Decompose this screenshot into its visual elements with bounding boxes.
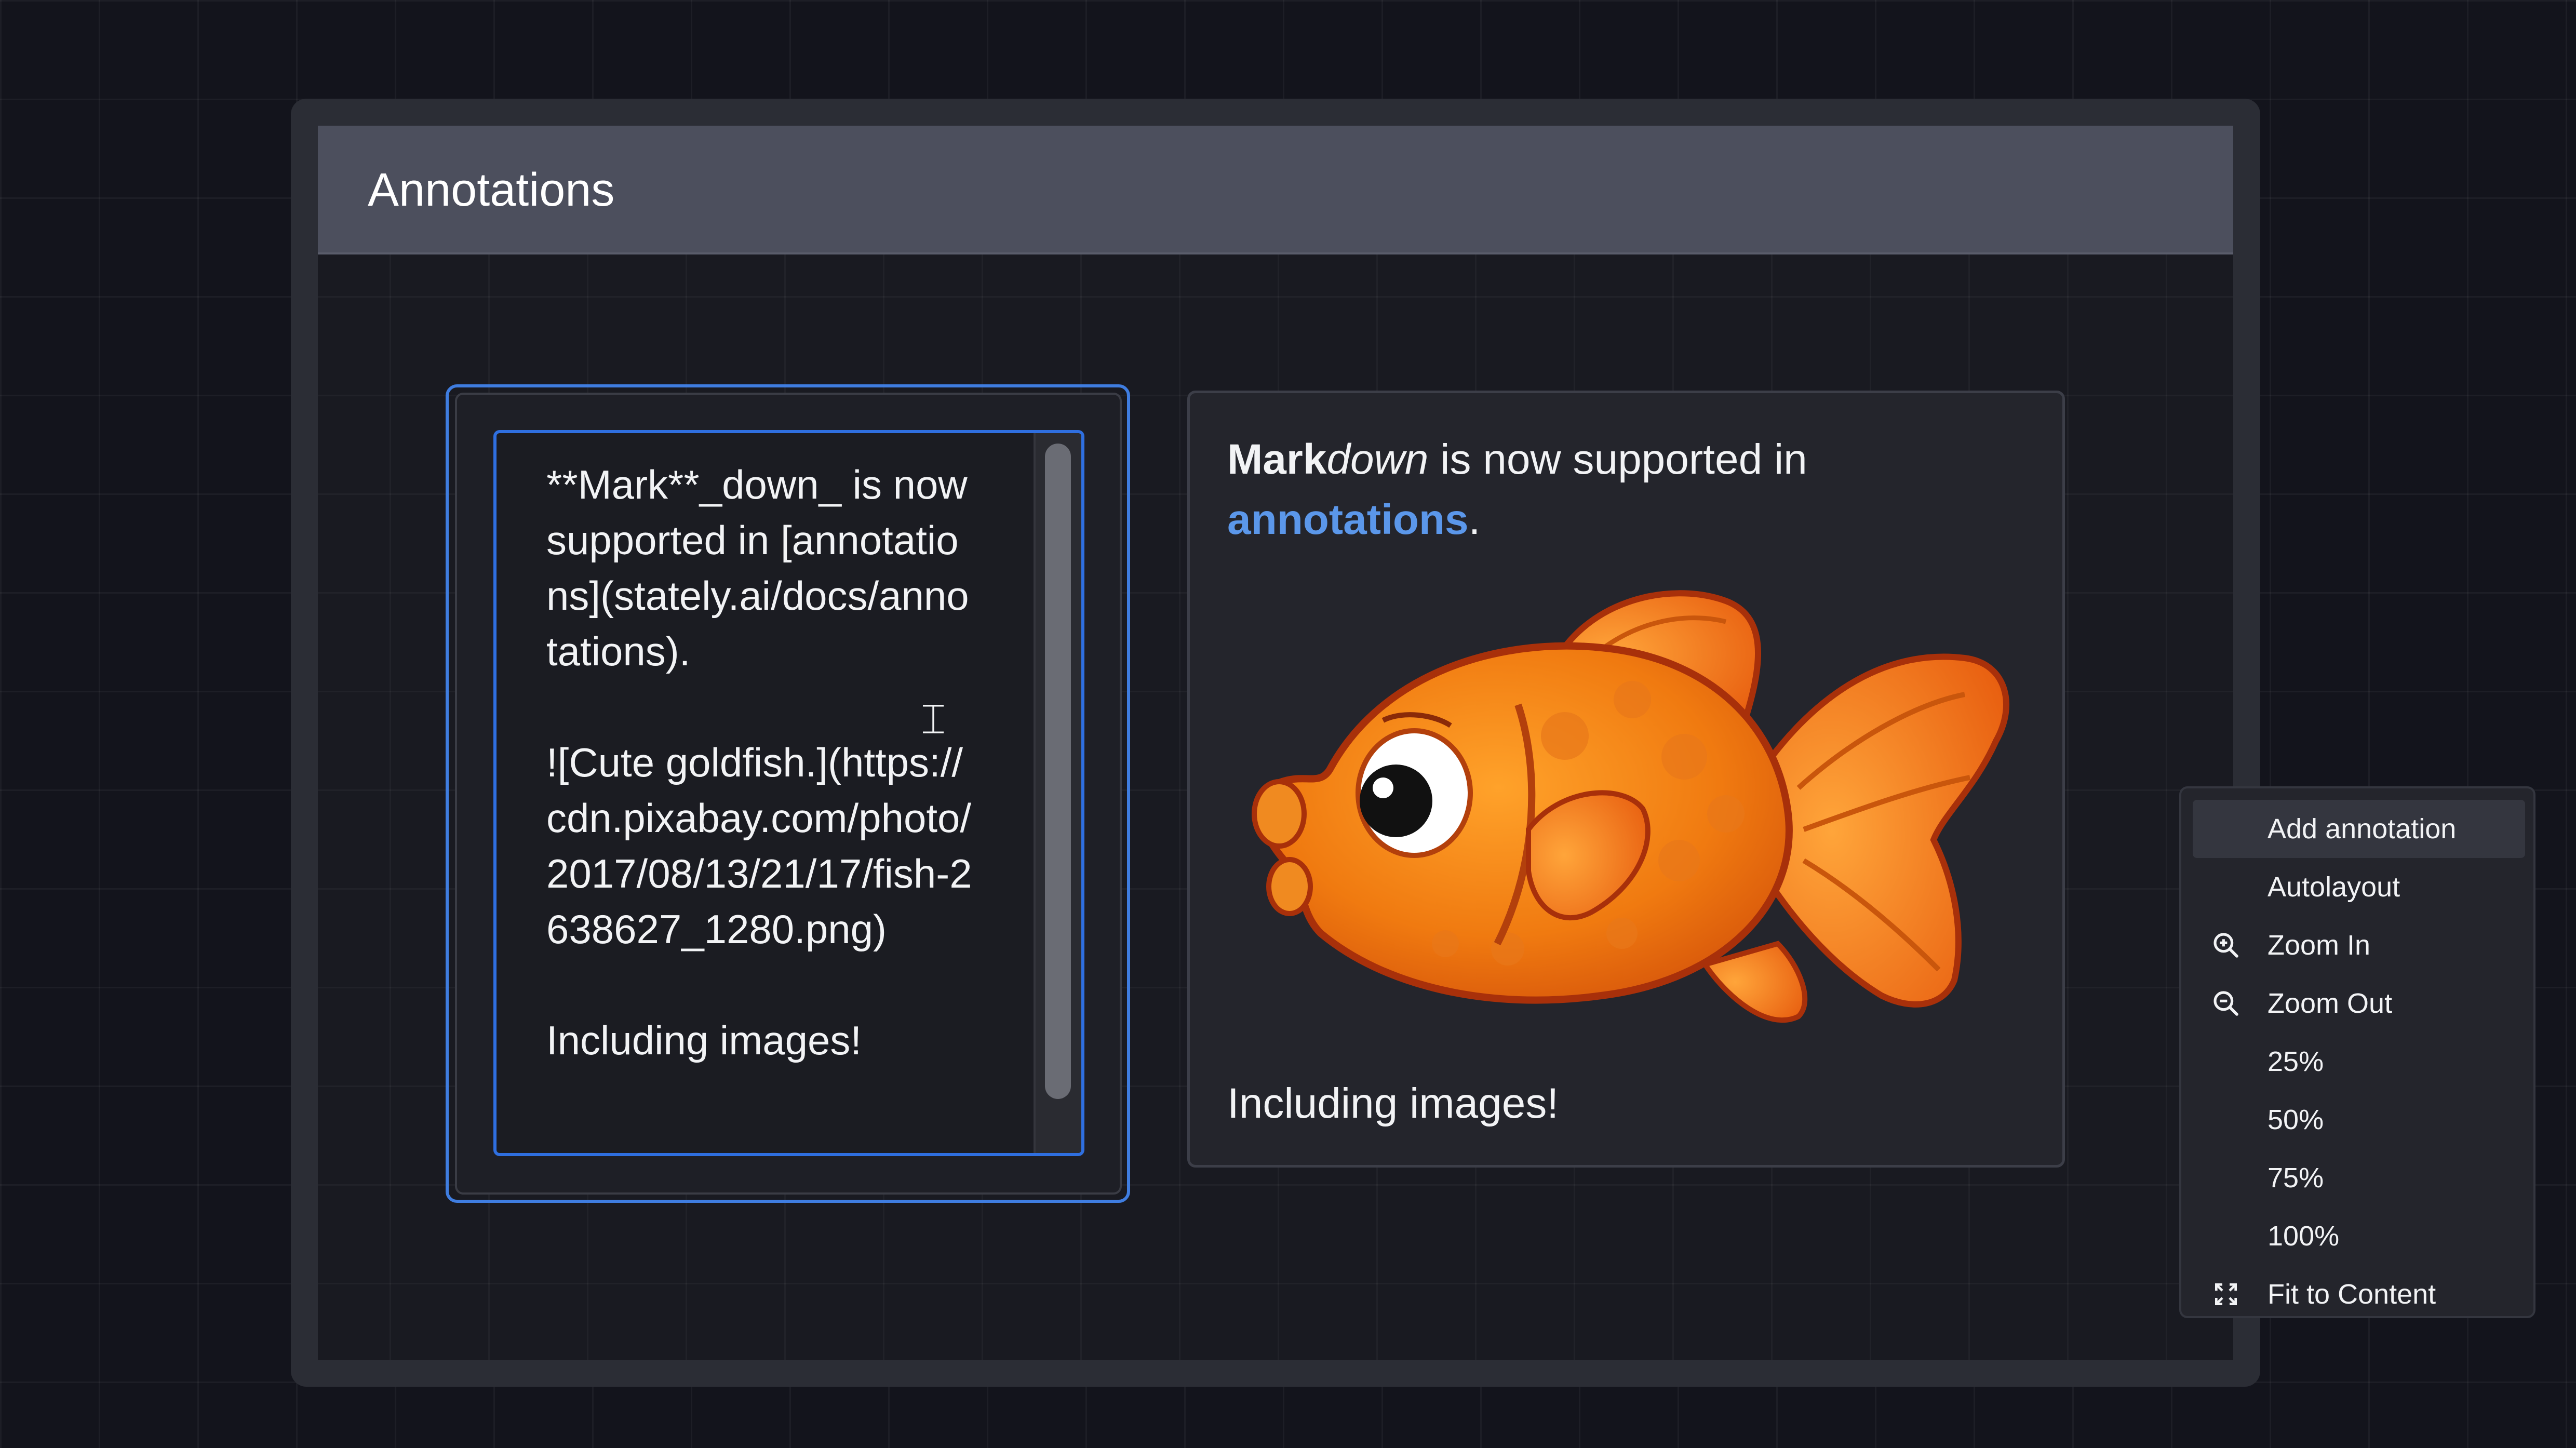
state-title: Annotations xyxy=(368,164,615,216)
textarea-scrollbar-thumb[interactable] xyxy=(1045,444,1071,1099)
menu-label: Zoom In xyxy=(2268,930,2371,961)
zoom-out-icon xyxy=(2213,991,2238,1016)
preview-middle-text: is now supported in xyxy=(1428,436,1807,483)
menu-label: Add annotation xyxy=(2268,813,2457,844)
menu-label: 100% xyxy=(2268,1221,2340,1252)
menu-item-zoom-75[interactable]: 75% xyxy=(2193,1149,2525,1207)
zoom-in-icon xyxy=(2213,933,2238,958)
menu-item-zoom-25[interactable]: 25% xyxy=(2193,1033,2525,1091)
menu-label: Fit to Content xyxy=(2268,1279,2436,1310)
annotations-link[interactable]: annotations xyxy=(1227,496,1469,543)
menu-label: Zoom Out xyxy=(2268,988,2393,1019)
annotation-markdown-text[interactable]: **Mark**_down_ is now supported in [anno… xyxy=(546,457,972,1068)
menu-item-zoom-out[interactable]: Zoom Out xyxy=(2193,974,2525,1033)
preview-end-text: . xyxy=(1468,496,1481,543)
context-menu: Add annotation Autolayout Zoom In Zoom O… xyxy=(2179,786,2535,1318)
menu-item-autolayout[interactable]: Autolayout xyxy=(2193,858,2525,916)
annotation-preview-card[interactable]: Markdown is now supported in annotations… xyxy=(1187,391,2065,1168)
goldfish-image xyxy=(1252,590,2009,1023)
annotation-preview-text: Markdown is now supported in annotations… xyxy=(1227,430,2027,550)
menu-item-zoom-100[interactable]: 100% xyxy=(2193,1207,2525,1265)
menu-label: 25% xyxy=(2268,1046,2324,1077)
state-header[interactable]: Annotations xyxy=(318,126,2233,254)
menu-item-zoom-50[interactable]: 50% xyxy=(2193,1091,2525,1149)
menu-item-fit-to-content[interactable]: Fit to Content xyxy=(2193,1265,2525,1323)
menu-label: Autolayout xyxy=(2268,872,2400,903)
annotation-markdown-textarea[interactable]: **Mark**_down_ is now supported in [anno… xyxy=(493,430,1084,1156)
fit-to-content-icon xyxy=(2215,1283,2237,1305)
preview-bold-text: Mark xyxy=(1227,436,1327,483)
canvas[interactable]: Annotations **Mark**_down_ is now suppor… xyxy=(0,0,2576,1448)
menu-item-add-annotation[interactable]: Add annotation xyxy=(2193,800,2525,858)
preview-caption: Including images! xyxy=(1227,1080,1559,1127)
menu-label: 50% xyxy=(2268,1104,2324,1135)
menu-item-zoom-in[interactable]: Zoom In xyxy=(2193,916,2525,974)
menu-label: 75% xyxy=(2268,1162,2324,1194)
preview-italic-text: down xyxy=(1326,436,1429,483)
i-beam-cursor-icon: ⌶ xyxy=(921,695,946,743)
textarea-scrollbar[interactable] xyxy=(1034,433,1081,1153)
